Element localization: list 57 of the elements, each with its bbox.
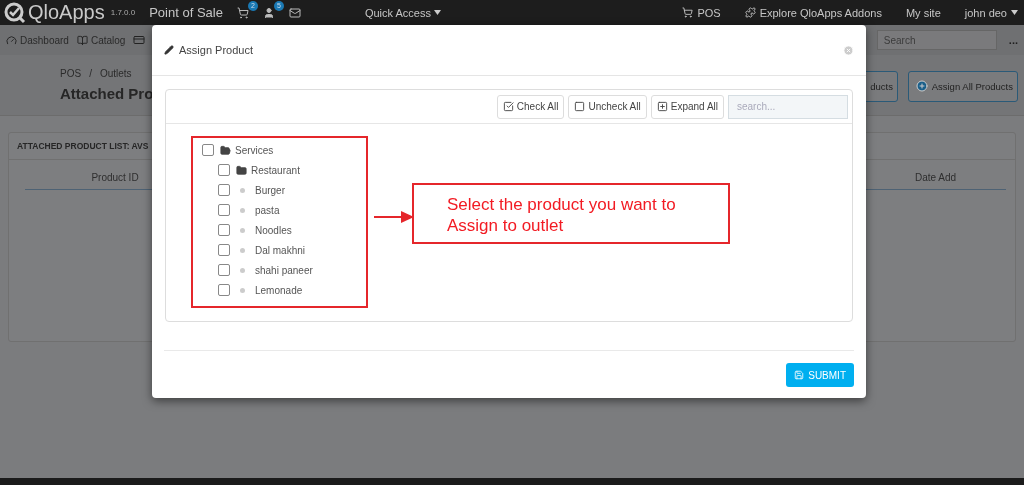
mail-icon[interactable] <box>288 6 301 19</box>
bullet-icon <box>240 247 245 253</box>
logo-icon <box>4 1 26 24</box>
logo-text: QloApps <box>28 1 105 24</box>
toolbar-button[interactable]: Check All <box>496 94 565 119</box>
checkbox[interactable] <box>218 184 230 196</box>
toolbar-button[interactable]: Uncheck All <box>568 94 647 119</box>
plus-icon <box>656 101 668 112</box>
save-icon <box>794 370 805 380</box>
bullet-icon <box>240 227 245 233</box>
quick-access-menu[interactable]: Quick Access <box>364 6 441 19</box>
annotation-arrow <box>374 211 414 223</box>
tree-label[interactable]: Burger <box>255 184 285 196</box>
bullet-icon <box>240 267 245 273</box>
checkbox[interactable] <box>218 224 230 236</box>
checkbox-icon <box>574 101 586 112</box>
checkbox[interactable] <box>202 144 214 156</box>
tree-label[interactable]: Noodles <box>255 224 292 236</box>
app-title: Point of Sale <box>149 5 223 20</box>
checkbox[interactable] <box>218 164 230 176</box>
tree-label[interactable]: Lemonade <box>255 284 303 296</box>
tree-label[interactable]: Dal makhni <box>255 244 306 256</box>
gauge-icon <box>6 34 17 46</box>
user-menu[interactable]: john deo <box>964 6 1018 19</box>
bullet-icon <box>240 187 245 193</box>
toolbar-button[interactable]: Expand All <box>650 94 724 119</box>
checkbox[interactable] <box>218 264 230 276</box>
tree-label[interactable]: Restaurant <box>251 164 300 176</box>
caret-icon <box>433 10 441 15</box>
breadcrumb-separator: / <box>89 68 92 79</box>
top-link[interactable]: My site <box>905 6 941 19</box>
top-link[interactable]: POS <box>682 6 721 19</box>
pencil-icon <box>164 45 174 55</box>
checkbox[interactable] <box>218 204 230 216</box>
card-icon[interactable] <box>133 34 146 46</box>
checkbox-icon <box>502 101 514 112</box>
tree-label[interactable]: Services <box>235 144 274 156</box>
user-icon[interactable] <box>262 6 275 19</box>
bullet-icon <box>240 287 245 293</box>
toolbar-button[interactable]: Assign All Products <box>908 70 1018 102</box>
tree-label[interactable]: shahi paneer <box>255 264 313 276</box>
book-icon <box>76 34 88 46</box>
puzzle-icon <box>744 7 756 18</box>
bullet-icon <box>240 207 245 213</box>
checkbox[interactable] <box>218 284 230 296</box>
cart-icon <box>682 7 694 18</box>
caret-icon <box>1011 10 1018 15</box>
checkbox[interactable] <box>218 244 230 256</box>
callout: Select the product you want to Assign to outlet <box>412 183 730 244</box>
tree-label[interactable]: pasta <box>255 204 280 216</box>
cart-icon[interactable] <box>236 6 249 19</box>
modal-title: Assign Product <box>179 44 253 56</box>
page-title: Attached Pro <box>60 85 154 102</box>
version-text: 1.7.0.0 <box>110 8 136 17</box>
top-link[interactable]: Explore QloApps Addons <box>744 6 882 19</box>
plus-icon <box>915 80 928 92</box>
search-field[interactable]: Search <box>876 30 997 50</box>
